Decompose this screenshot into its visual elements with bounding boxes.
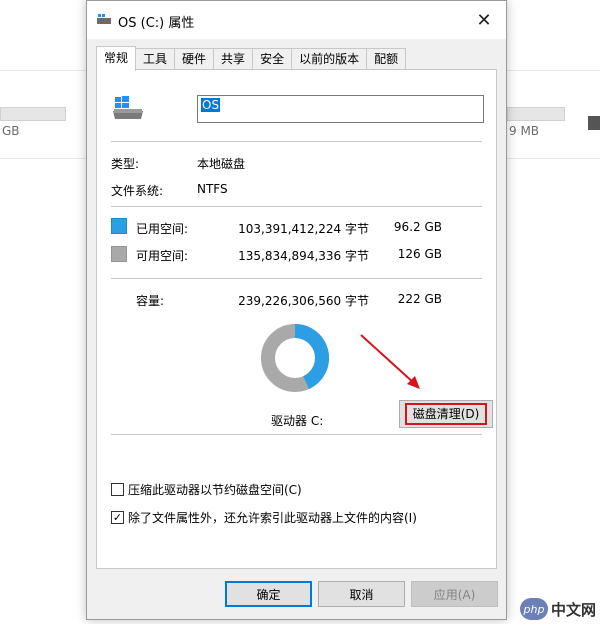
tab-tools[interactable]: 工具 — [135, 48, 176, 70]
windows-drive-icon — [113, 96, 143, 119]
filesystem-value: NTFS — [197, 182, 228, 196]
tab-bar: 常规 工具 硬件 共享 安全 以前的版本 配额 — [96, 46, 407, 71]
tab-security[interactable]: 安全 — [252, 48, 293, 70]
separator — [111, 434, 482, 435]
annotation-arrow — [360, 334, 420, 389]
separator — [111, 206, 482, 207]
drive-label: 驱动器 C: — [271, 414, 324, 428]
bg-drive-bar-right — [507, 107, 565, 121]
cancel-button[interactable]: 取消 — [318, 581, 405, 607]
drive-icon — [97, 14, 111, 24]
free-space-label: 可用空间: — [136, 249, 189, 263]
capacity-bytes: 239,226,306,560 字节 — [238, 294, 369, 308]
separator — [111, 278, 482, 279]
bg-divider-left — [0, 70, 86, 71]
drive-name-input[interactable]: OS — [197, 95, 484, 123]
close-icon: ✕ — [476, 9, 492, 31]
tab-hardware[interactable]: 硬件 — [174, 48, 215, 70]
capacity-label: 容量: — [136, 294, 165, 308]
used-space-bytes: 103,391,412,224 字节 — [238, 222, 369, 236]
properties-dialog: OS (C:) 属性 ✕ 常规 工具 硬件 共享 安全 以前的版本 配额 OS … — [86, 0, 507, 620]
used-space-label: 已用空间: — [136, 222, 189, 236]
disk-cleanup-button[interactable]: 磁盘清理(D) — [399, 400, 493, 428]
type-value: 本地磁盘 — [197, 157, 246, 171]
free-space-swatch — [111, 246, 127, 262]
separator — [111, 141, 482, 142]
filesystem-label: 文件系统: — [111, 184, 164, 198]
watermark-badge: php — [519, 598, 548, 620]
compress-drive-checkbox[interactable] — [111, 483, 124, 496]
compress-drive-option[interactable]: 压缩此驱动器以节约磁盘空间(C) — [111, 481, 302, 498]
used-space-size: 96.2 GB — [393, 220, 442, 234]
apply-button[interactable]: 应用(A) — [411, 581, 498, 607]
ok-button[interactable]: 确定 — [225, 581, 312, 607]
bg-divider-right — [507, 70, 600, 71]
bg-size-text-left: GB — [2, 124, 20, 138]
title-bar[interactable]: OS (C:) 属性 ✕ — [87, 1, 506, 39]
general-panel: OS 类型: 本地磁盘 文件系统: NTFS 已用空间: 103,391,412… — [96, 69, 497, 569]
free-space-bytes: 135,834,894,336 字节 — [238, 249, 369, 263]
bg-divider-left-2 — [0, 158, 86, 159]
used-space-arc — [294, 324, 329, 389]
index-contents-label: 除了文件属性外，还允许索引此驱动器上文件的内容(I) — [128, 511, 417, 525]
used-space-swatch — [111, 218, 127, 234]
index-contents-checkbox[interactable]: ✓ — [111, 511, 124, 524]
free-space-size: 126 GB — [397, 247, 442, 261]
window-title: OS (C:) 属性 — [118, 16, 195, 31]
drive-name-value: OS — [201, 98, 221, 112]
watermark-text: 中文网 — [550, 600, 596, 619]
tab-quota[interactable]: 配额 — [366, 48, 407, 70]
usage-donut-chart — [261, 324, 329, 392]
disk-cleanup-label: 磁盘清理(D) — [404, 403, 488, 425]
close-button[interactable]: ✕ — [462, 1, 506, 39]
compress-drive-label: 压缩此驱动器以节约磁盘空间(C) — [128, 483, 302, 497]
watermark: php 中文网 — [519, 598, 596, 620]
type-label: 类型: — [111, 157, 140, 171]
capacity-size: 222 GB — [397, 292, 442, 306]
tab-general[interactable]: 常规 — [96, 46, 137, 71]
bg-size-text-right: 9 MB — [509, 124, 540, 138]
bg-divider-right-2 — [507, 158, 600, 159]
tab-sharing[interactable]: 共享 — [213, 48, 254, 70]
bg-drive-icon-right — [588, 116, 600, 130]
bg-drive-bar-left — [0, 107, 66, 121]
index-contents-option[interactable]: ✓ 除了文件属性外，还允许索引此驱动器上文件的内容(I) — [111, 509, 417, 526]
tab-previous-versions[interactable]: 以前的版本 — [291, 48, 368, 70]
